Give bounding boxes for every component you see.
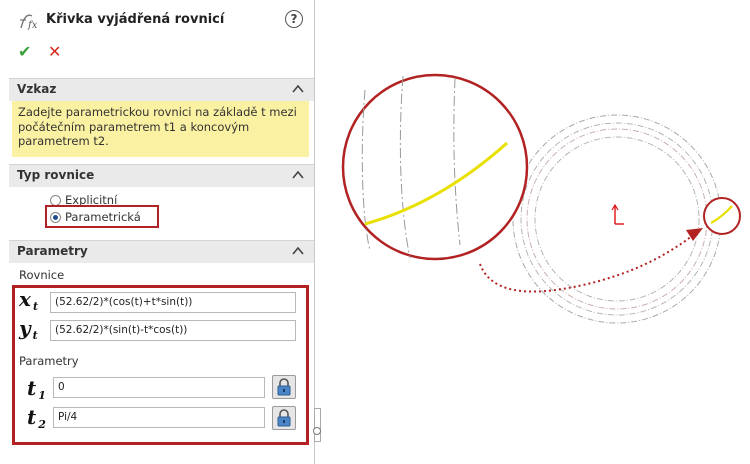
t2-parameter-input[interactable]: Pi/4 (53, 407, 265, 428)
panel-title: Křivka vyjádřená rovnicí (46, 12, 225, 27)
equations-label: Rovnice (19, 268, 65, 282)
chevron-up-icon[interactable] (292, 83, 304, 95)
equation-type-section-title: Typ rovnice (17, 168, 95, 182)
message-line: počátečním parametrem t1 a koncovým (18, 119, 250, 134)
checkmark-icon[interactable]: ✔ (18, 42, 31, 61)
parameters-sublabel: Parametry (19, 354, 79, 368)
message-line: Zadejte parametrickou rovnici na základě… (18, 105, 297, 119)
highlight-frame (45, 205, 159, 228)
curve-detail-magnified (341, 73, 529, 261)
message-box: Zadejte parametrickou rovnici na základě… (12, 101, 309, 157)
close-icon[interactable]: ✕ (48, 42, 61, 61)
parameters-section-header[interactable]: Parametry (9, 240, 314, 263)
title-bar: fx Křivka vyjádřená rovnicí ? (0, 0, 314, 40)
t2-variable-label: t2 (27, 405, 46, 431)
chevron-up-icon[interactable] (292, 245, 304, 257)
help-icon[interactable]: ? (285, 10, 303, 28)
message-section-header[interactable]: Vzkaz (9, 78, 314, 101)
t1-parameter-input[interactable]: 0 (53, 377, 265, 398)
fx-icon: fx (20, 14, 38, 31)
equation-type-section-header[interactable]: Typ rovnice (9, 164, 314, 187)
parameters-section-title: Parametry (17, 244, 88, 258)
graphics-viewport[interactable] (320, 0, 750, 464)
svg-text:fx: fx (27, 20, 38, 31)
lock-icon[interactable] (272, 375, 296, 399)
message-line: parametrem t2. (18, 134, 109, 148)
message-section-title: Vzkaz (17, 82, 57, 96)
origin-icon (611, 203, 624, 225)
x-equation-input[interactable]: (52.62/2)*(cos(t)+t*sin(t)) (50, 292, 296, 313)
y-variable-label: yt (19, 316, 38, 342)
x-variable-label: xt (19, 287, 39, 313)
chevron-up-icon[interactable] (292, 169, 304, 181)
property-manager-panel: fx Křivka vyjádřená rovnicí ? ✔ ✕ Vzkaz … (0, 0, 315, 464)
radio-button[interactable] (50, 194, 61, 206)
y-equation-input[interactable]: (52.62/2)*(sin(t)-t*cos(t)) (50, 320, 296, 341)
t1-variable-label: t1 (27, 376, 46, 402)
lock-icon[interactable] (272, 406, 296, 430)
curve-detail-small (703, 197, 741, 235)
